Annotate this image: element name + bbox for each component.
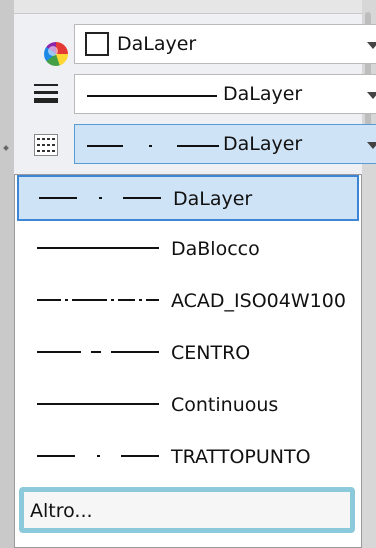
- linetype-preview: [87, 145, 219, 147]
- lineweight-preview: [87, 95, 217, 97]
- list-item-label: DaBlocco: [171, 238, 260, 260]
- chevron-down-icon[interactable]: [367, 42, 376, 49]
- linetype-pattern-preview: [37, 455, 159, 457]
- list-item-dablocco[interactable]: DaBlocco: [17, 227, 359, 273]
- linetype-pattern-preview: [37, 299, 159, 301]
- linetype-value: DaLayer: [223, 133, 303, 155]
- list-item-acad-iso04w100[interactable]: ACAD_ISO04W100: [17, 279, 359, 325]
- chevron-down-icon[interactable]: [367, 92, 376, 99]
- color-row: DaLayer: [26, 24, 376, 66]
- left-panel-edge: [0, 0, 14, 548]
- list-item-centro[interactable]: CENTRO: [17, 331, 359, 377]
- linetype-icon: [34, 134, 58, 156]
- other-linetype-label: Altro...: [30, 500, 93, 522]
- list-item-label: CENTRO: [171, 342, 251, 364]
- color-combo[interactable]: DaLayer: [74, 24, 376, 64]
- lineweight-row: DaLayer: [26, 74, 376, 114]
- color-wheel-icon: [34, 34, 68, 66]
- linetype-pattern-preview: [39, 197, 161, 199]
- color-swatch: [85, 32, 109, 56]
- other-linetype-button[interactable]: Altro...: [19, 487, 355, 533]
- list-item-label: Continuous: [171, 394, 279, 416]
- list-item-continuous[interactable]: Continuous: [17, 383, 359, 429]
- linetype-pattern-preview: [37, 403, 159, 405]
- top-ruler: [14, 0, 362, 14]
- expand-arrow-icon[interactable]: [3, 145, 9, 151]
- list-item-dalayer[interactable]: DaLayer: [17, 175, 359, 221]
- linetype-pattern-preview: [37, 351, 159, 353]
- list-item-trattopunto[interactable]: TRATTOPUNTO: [17, 435, 359, 481]
- lineweight-combo[interactable]: DaLayer: [74, 74, 376, 114]
- linetype-dropdown-list: DaLayer DaBlocco ACAD_ISO04W100 CENTRO C…: [14, 174, 362, 548]
- linetype-pattern-preview: [37, 247, 159, 249]
- list-item-label: ACAD_ISO04W100: [171, 290, 346, 312]
- lineweight-value: DaLayer: [223, 83, 303, 105]
- list-item-label: DaLayer: [173, 188, 253, 210]
- lineweight-icon: [34, 84, 58, 106]
- chevron-down-icon[interactable]: [367, 142, 376, 149]
- linetype-combo[interactable]: DaLayer: [74, 124, 376, 164]
- color-value: DaLayer: [117, 33, 197, 55]
- list-item-label: TRATTOPUNTO: [171, 446, 311, 468]
- linetype-row: DaLayer: [26, 124, 376, 164]
